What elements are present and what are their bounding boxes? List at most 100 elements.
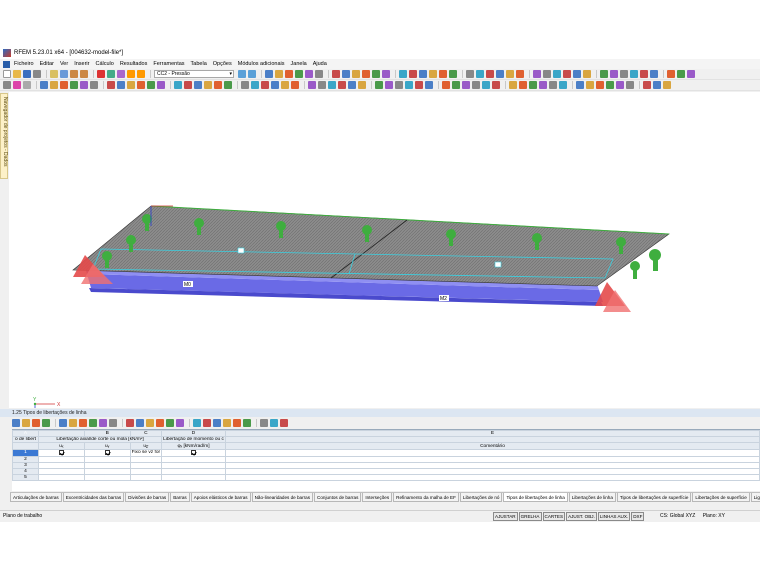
uz-cell[interactable]: Fixo se vz for [129,449,163,457]
toolbar-tool-icon[interactable] [415,81,423,89]
toolbar-tool-icon[interactable] [462,81,470,89]
toolbar-tool-icon[interactable] [70,81,78,89]
app-menu-icon[interactable] [3,60,10,68]
toolbar-tool-icon[interactable] [126,418,134,427]
toolbar-tool-icon[interactable] [213,418,221,427]
toolbar-tool-icon[interactable] [270,418,278,427]
toolbar-tool-icon[interactable] [643,81,651,89]
toolbar-tool-icon[interactable] [492,81,500,89]
table-tool-icon[interactable] [32,418,40,427]
uy-cell[interactable] [83,449,131,457]
toolbar-tool-icon[interactable] [452,81,460,89]
toolbar-tool-icon[interactable] [429,70,437,78]
toolbar-tool-icon[interactable] [663,81,671,89]
menu-modulos[interactable]: Módulos adicionais [238,61,285,67]
toolbar-tool-icon[interactable] [362,70,370,78]
uy-cell[interactable] [83,473,131,481]
toolbar-tool-icon[interactable] [107,81,115,89]
toolbar-tool-icon[interactable] [600,70,608,78]
calculate-icon[interactable] [97,70,105,78]
load-case-select[interactable]: CC2 - Pressão ▾ [154,70,234,78]
toolbar-tool-icon[interactable] [166,418,174,427]
3d-model-viewport[interactable]: M0 M2 X Y [9,92,760,414]
toolbar-tool-icon[interactable] [419,70,427,78]
status-cartes-button[interactable]: CARTES [542,512,566,521]
toolbar-tool-icon[interactable] [616,81,624,89]
toolbar-tool-icon[interactable] [281,81,289,89]
toolbar-tool-icon[interactable] [291,81,299,89]
rotate-icon[interactable] [23,81,31,89]
toolbar-tool-icon[interactable] [409,70,417,78]
save-icon[interactable] [23,70,31,78]
toolbar-tool-icon[interactable] [506,70,514,78]
toolbar-tool-icon[interactable] [176,418,184,427]
status-guidelines-button[interactable]: LINHAS AUX. [597,512,631,521]
toolbar-tool-icon[interactable] [529,81,537,89]
toolbar-tool-icon[interactable] [80,81,88,89]
toolbar-tool-icon[interactable] [620,70,628,78]
toolbar-tool-icon[interactable] [466,70,474,78]
toolbar-tool-icon[interactable] [203,418,211,427]
menu-janela[interactable]: Janela [291,61,307,67]
ux-cell[interactable] [37,473,85,481]
toolbar-tool-icon[interactable] [109,418,117,427]
toolbar-tool-icon[interactable] [156,418,164,427]
menu-ajuda[interactable]: Ajuda [313,61,327,67]
toolbar-tool-icon[interactable] [194,81,202,89]
toolbar-tool-icon[interactable] [576,81,584,89]
menu-opcoes[interactable]: Opções [213,61,232,67]
toolbar-tool-icon[interactable] [90,81,98,89]
move-icon[interactable] [13,81,21,89]
toolbar-tool-icon[interactable] [352,70,360,78]
toolbar-tool-icon[interactable] [596,81,604,89]
toolbar-tool-icon[interactable] [137,81,145,89]
print-icon[interactable] [33,70,41,78]
checkbox-icon[interactable] [58,450,64,455]
toolbar-tool-icon[interactable] [677,70,685,78]
checkbox-icon[interactable] [191,450,197,455]
toolbar-tool-icon[interactable] [243,418,251,427]
table-tab[interactable]: Conjuntos de barras [314,493,362,502]
toolbar-tool-icon[interactable] [117,81,125,89]
toolbar-tool-icon[interactable] [486,70,494,78]
toolbar-tool-icon[interactable] [348,81,356,89]
toolbar-tool-icon[interactable] [563,70,571,78]
toolbar-tool-icon[interactable] [482,81,490,89]
table-tab[interactable]: Não-linearidades de barras [251,493,314,502]
toolbar-tool-icon[interactable] [539,81,547,89]
comment-cell[interactable] [224,449,760,457]
table-tab[interactable]: Refinamento da malha de EF [393,493,459,502]
toolbar-tool-icon[interactable] [224,81,232,89]
table-row[interactable]: 1 Fixo se vz for [12,449,760,457]
toolbar-tool-icon[interactable] [549,81,557,89]
toolbar-tool-icon[interactable] [553,70,561,78]
toolbar-tool-icon[interactable] [99,418,107,427]
toolbar-tool-icon[interactable] [233,418,241,427]
table-tab[interactable]: Interseções [362,493,393,502]
row-number-cell[interactable]: 1 [12,449,39,457]
table-tab[interactable]: Ligaçõ [750,493,760,502]
toolbar-tool-icon[interactable] [184,81,192,89]
toolbar-tool-icon[interactable] [174,81,182,89]
toolbar-tool-icon[interactable] [610,70,618,78]
menu-ficheiro[interactable]: Ficheiro [14,61,34,67]
toolbar-tool-icon[interactable] [496,70,504,78]
table-tab[interactable]: Tipos de libertações de superfície [616,493,692,502]
next-load-case-icon[interactable] [248,70,256,78]
toolbar-tool-icon[interactable] [285,70,293,78]
toolbar-tool-icon[interactable] [405,81,413,89]
toolbar-tool-icon[interactable] [399,70,407,78]
toolbar-tool-icon[interactable] [40,81,48,89]
toolbar-tool-icon[interactable] [89,418,97,427]
toolbar-tool-icon[interactable] [315,70,323,78]
toolbar-tool-icon[interactable] [318,81,326,89]
toolbar-tool-icon[interactable] [442,81,450,89]
toolbar-tool-icon[interactable] [425,81,433,89]
toolbar-tool-icon[interactable] [157,81,165,89]
toolbar-tool-icon[interactable] [449,70,457,78]
table-tab[interactable]: Libertações de nó [459,493,503,502]
line-release-marker[interactable] [494,261,502,268]
toolbar-tool-icon[interactable] [606,81,614,89]
toolbar-tool-icon[interactable] [583,70,591,78]
toolbar-tool-icon[interactable] [275,70,283,78]
